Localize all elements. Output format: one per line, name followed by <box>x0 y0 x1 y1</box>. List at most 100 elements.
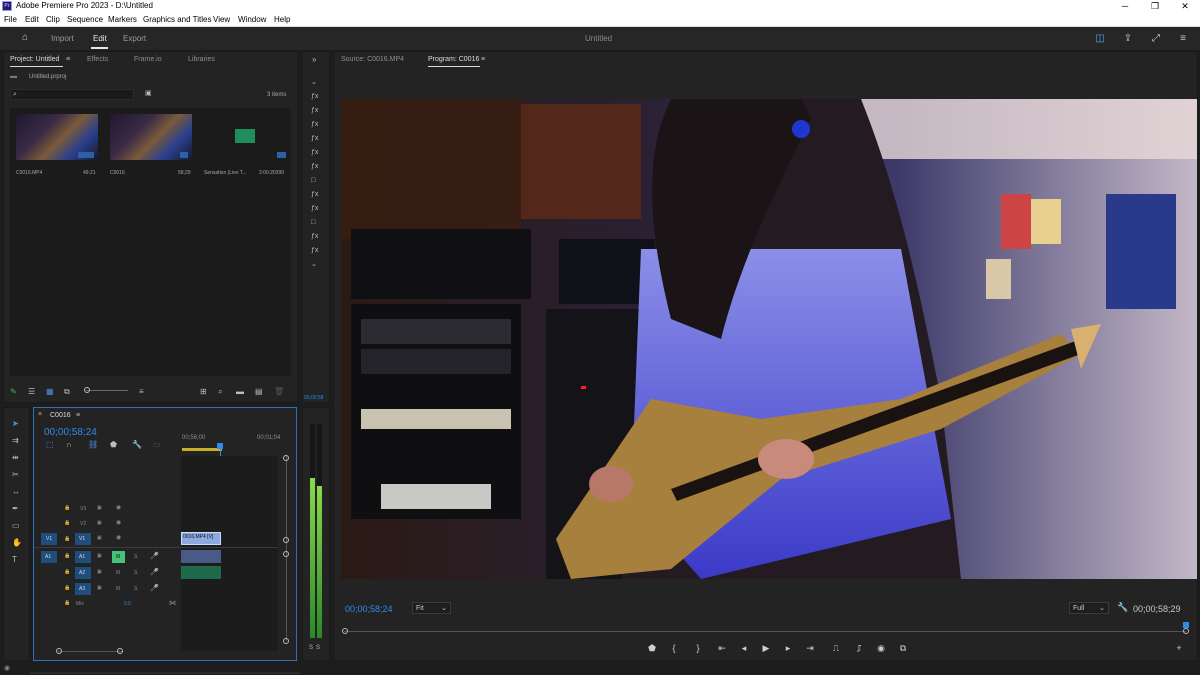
solo-right-button[interactable]: S <box>316 645 320 651</box>
freeform-view-icon[interactable]: ⧉ <box>64 387 70 396</box>
fx-toggle-icon[interactable]: ƒx <box>311 106 318 115</box>
zoom-slider[interactable] <box>86 390 128 391</box>
automate-icon[interactable]: ⊞ <box>200 387 207 396</box>
sync-lock-icon[interactable]: ▣ <box>97 569 102 575</box>
quality-dropdown[interactable]: Full ⌄ <box>1069 602 1109 614</box>
add-button-icon[interactable]: + <box>1173 643 1185 653</box>
menu-help[interactable]: Help <box>274 15 290 24</box>
panel-menu-icon[interactable]: ≡ <box>66 55 70 64</box>
solo-left-button[interactable]: S <box>309 645 313 651</box>
clear-icon[interactable]: 🗑 <box>274 387 284 396</box>
menu-window[interactable]: Window <box>238 15 266 24</box>
microphone-icon[interactable]: 🎤 <box>150 552 159 560</box>
pen-tool-icon[interactable]: ✒ <box>12 504 19 513</box>
new-bin-icon[interactable]: ▣ <box>145 89 152 98</box>
export-frame-icon[interactable]: ◉ <box>875 643 887 654</box>
sync-lock-icon[interactable]: ▣ <box>97 585 102 591</box>
fx-toggle-icon[interactable]: ƒx <box>311 204 318 213</box>
panel-menu-icon[interactable]: ≡ <box>76 411 80 420</box>
fx-toggle-icon[interactable]: ƒx <box>311 92 318 101</box>
fit-dropdown[interactable]: Fit ⌄ <box>412 602 451 614</box>
tab-libraries[interactable]: Libraries <box>188 56 215 63</box>
go-to-in-icon[interactable]: ⇤ <box>716 643 728 654</box>
fx-toggle-icon[interactable]: ƒx <box>311 134 318 143</box>
tab-effects[interactable]: Effects <box>87 56 108 63</box>
fx-toggle-icon[interactable]: ƒx <box>311 190 318 199</box>
linked-selection-icon[interactable]: ⛓ <box>88 440 98 449</box>
snap-icon[interactable]: ∩ <box>66 440 72 449</box>
audio-clip-a2[interactable] <box>181 566 221 579</box>
selection-tool-icon[interactable]: ➤ <box>12 419 19 428</box>
sync-lock-icon[interactable]: ▣ <box>97 520 102 526</box>
maximize-icon[interactable]: ❐ <box>1140 0 1170 13</box>
status-icon[interactable]: ◉ <box>4 664 10 673</box>
timeline-timecode[interactable]: 00;00;58;24 <box>44 427 97 438</box>
vscroll-handle-top[interactable] <box>283 455 289 461</box>
mix-value[interactable]: 0.0 <box>124 601 131 607</box>
close-icon[interactable]: × <box>38 410 42 419</box>
menu-edit[interactable]: Edit <box>25 15 39 24</box>
thumbnail-sensation-audio[interactable] <box>204 114 286 160</box>
solo-button-a1[interactable]: S <box>134 554 137 560</box>
sort-icon[interactable]: ≡ <box>139 387 144 396</box>
quick-export-icon[interactable]: ◫ <box>1094 33 1106 44</box>
program-playhead[interactable] <box>1183 622 1189 628</box>
eye-icon[interactable]: ◉ <box>116 519 121 526</box>
chevron-down-icon[interactable]: ⌄ <box>311 260 317 269</box>
lift-icon[interactable]: ⎍ <box>830 643 842 654</box>
menu-markers[interactable]: Markers <box>108 15 137 24</box>
comparison-view-icon[interactable]: ⧉ <box>897 643 909 654</box>
new-item-icon[interactable]: ▤ <box>255 387 263 396</box>
tab-sequence[interactable]: C0016 <box>50 412 71 419</box>
list-view-icon[interactable]: ☰ <box>28 387 35 396</box>
track-target-v1[interactable]: V1 <box>75 533 91 545</box>
work-area-bar[interactable] <box>182 448 222 451</box>
track-label-v2[interactable]: V2 <box>80 521 86 527</box>
hand-tool-icon[interactable]: ✋ <box>12 538 22 547</box>
thumbnail-c0016-sequence[interactable] <box>110 114 192 160</box>
video-clip-c0016[interactable]: 0016.MP4 [V] <box>181 532 221 545</box>
lock-icon[interactable]: 🔒 <box>64 569 70 575</box>
menu-clip[interactable]: Clip <box>46 15 60 24</box>
fx-toggle-icon[interactable]: ƒx <box>311 148 318 157</box>
vscroll-handle-mid[interactable] <box>283 537 289 543</box>
chevron-down-icon[interactable]: ⌄ <box>311 78 317 87</box>
minimize-icon[interactable]: ─ <box>1110 0 1140 13</box>
extract-icon[interactable]: ⎎ <box>853 643 865 654</box>
track-select-tool-icon[interactable]: ⇉ <box>12 436 19 445</box>
tab-program[interactable]: Program: C0016 <box>428 56 479 63</box>
mask-rect-icon[interactable]: □ <box>311 218 315 227</box>
insert-nest-icon[interactable]: ⬚ <box>46 440 54 449</box>
slip-tool-icon[interactable]: ↔ <box>12 487 20 496</box>
program-scrub-bar[interactable] <box>344 631 1186 632</box>
track-label-v3[interactable]: V3 <box>80 506 86 512</box>
wrench-icon[interactable]: 🔧 <box>1117 603 1128 612</box>
solo-button-a2[interactable]: S <box>134 570 137 576</box>
mask-rect-icon[interactable]: □ <box>311 176 315 185</box>
menu-sequence[interactable]: Sequence <box>67 15 103 24</box>
rectangle-tool-icon[interactable]: ▭ <box>12 521 20 530</box>
horizontal-scrollbar[interactable] <box>58 651 122 652</box>
add-marker-icon[interactable]: ⬟ <box>646 643 658 654</box>
menu-view[interactable]: View <box>213 15 230 24</box>
lock-icon[interactable]: 🔒 <box>64 536 70 542</box>
ripple-edit-tool-icon[interactable]: ⇹ <box>12 453 19 462</box>
workspace-menu-icon[interactable]: ≡ <box>1177 33 1189 44</box>
home-icon[interactable]: ⌂ <box>19 32 31 43</box>
icon-view-icon[interactable]: ▦ <box>46 387 54 396</box>
add-marker-icon[interactable]: ⬟ <box>110 440 117 449</box>
workspace-tab-export[interactable]: Export <box>123 34 146 43</box>
fx-toggle-icon[interactable]: ƒx <box>311 232 318 241</box>
fullscreen-icon[interactable]: ⤢ <box>1150 33 1162 44</box>
hscroll-handle-left[interactable] <box>56 648 62 654</box>
menu-file[interactable]: File <box>4 15 17 24</box>
track-target-a1[interactable]: A1 <box>75 551 91 563</box>
source-patch-v1[interactable]: V1 <box>41 533 57 545</box>
zoom-slider-handle[interactable] <box>84 387 90 393</box>
mark-in-icon[interactable]: { <box>668 643 680 653</box>
panel-menu-icon[interactable]: ≡ <box>481 55 485 64</box>
sync-lock-icon[interactable]: ▣ <box>97 553 102 559</box>
pencil-icon[interactable]: ✎ <box>10 387 17 396</box>
audio-clip-a1[interactable] <box>181 550 221 563</box>
sync-lock-icon[interactable]: ▣ <box>97 505 102 511</box>
